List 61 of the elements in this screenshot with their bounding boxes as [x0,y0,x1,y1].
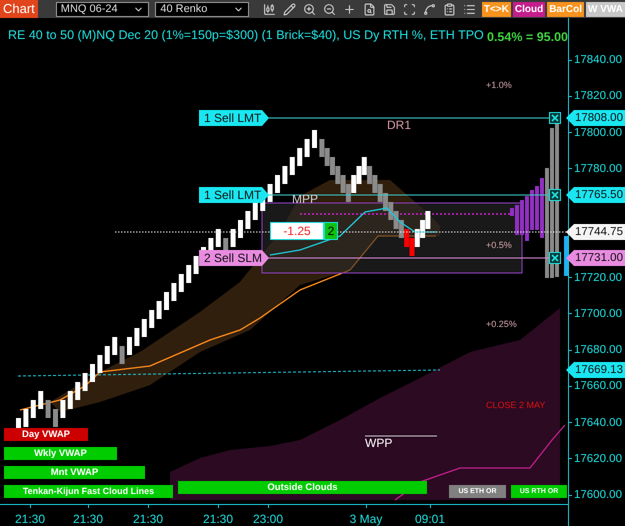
order-label[interactable]: 1 Sell LMT [199,110,269,126]
price-tick-label: 17720.00 [573,270,622,284]
chart-annotation: MPP [292,193,318,205]
clipboard-icon[interactable] [442,2,456,16]
line-chart-icon[interactable] [422,2,436,16]
indicator-label: Wkly VWAP [4,447,117,460]
time-label: 23:00 [252,511,284,526]
indicator-label: Tenkan-Kijun Fast Cloud Lines [4,485,173,498]
price-tick-label: 17700.00 [573,306,622,321]
chart-annotation: CLOSE 2 MAY [486,401,546,410]
position-pnl: -1.25 [270,222,324,240]
scan-icon[interactable] [402,2,416,16]
list-icon[interactable] [462,2,476,16]
time-label: 3 May [350,511,382,526]
pencil-icon[interactable] [282,2,296,16]
price-tick-label: 17800.00 [573,126,622,140]
price-tick-label: 17840.00 [573,53,622,67]
price-tick-label: 17660.00 [573,379,622,394]
price-tick-label: 17680.00 [573,343,622,357]
price-range-bar [564,236,568,276]
cancel-order-icon[interactable] [549,252,561,264]
chart-annotation: +0.25% [486,320,517,329]
price-tag: 17808.00 [566,110,625,126]
price-tag: 17765.50 [566,187,625,203]
change-readout: 0.54% = 95.00 [487,29,568,46]
save-icon[interactable] [382,2,396,16]
chart-title: Chart [0,0,38,18]
indicator-label: Day VWAP [4,428,88,441]
zoom-in-icon[interactable] [302,2,316,16]
order-label[interactable]: 2 Sell SLM [199,250,269,266]
time-label: 21:30 [72,511,104,526]
zoom-out-icon[interactable] [322,2,336,16]
price-tag: 17731.00 [566,250,625,266]
crosshair-icon[interactable] [342,2,356,16]
position-quantity: 2 [324,222,338,240]
document-search-icon[interactable] [362,2,376,16]
order-label[interactable]: 1 Sell LMT [199,187,269,203]
time-label: 21:30 [132,511,164,526]
price-tick-label: 17820.00 [573,89,622,104]
price-tick-label: 17640.00 [573,416,622,430]
time-label: 21:30 [14,511,46,526]
interval-dropdown[interactable]: 40 Renko [155,2,249,16]
indicator-toggle[interactable]: Cloud [512,2,546,16]
cancel-order-icon[interactable] [549,112,561,124]
price-tick-label: 17620.00 [573,452,622,466]
chart-annotation: +1.0% [486,81,512,90]
price-tag: 17744.75 [566,224,625,240]
candlestick-icon[interactable] [262,2,276,16]
chart-annotation: DR1 [387,119,412,131]
price-tick-label: 17600.00 [573,488,622,502]
price-tick-label: 17780.00 [573,162,622,176]
indicator-label: Outside Clouds [178,481,427,494]
symbol-dropdown[interactable]: MNQ 06-24 [56,2,150,16]
indicator-label: Mnt VWAP [4,466,145,479]
chart-annotation: +0.5% [486,241,512,250]
chart-description: RE 40 to 50 (M)NQ Dec 20 (1%=150p=$300) (1 Brick=$40), US Dy RTH %, ETH TPO [8,27,484,44]
time-label: 21:30 [202,511,234,526]
time-label: 09:01 [414,511,446,526]
cancel-order-icon[interactable] [549,189,561,201]
price-tag: 17669.13 [566,362,625,378]
chart-annotation: WPP [365,437,392,449]
